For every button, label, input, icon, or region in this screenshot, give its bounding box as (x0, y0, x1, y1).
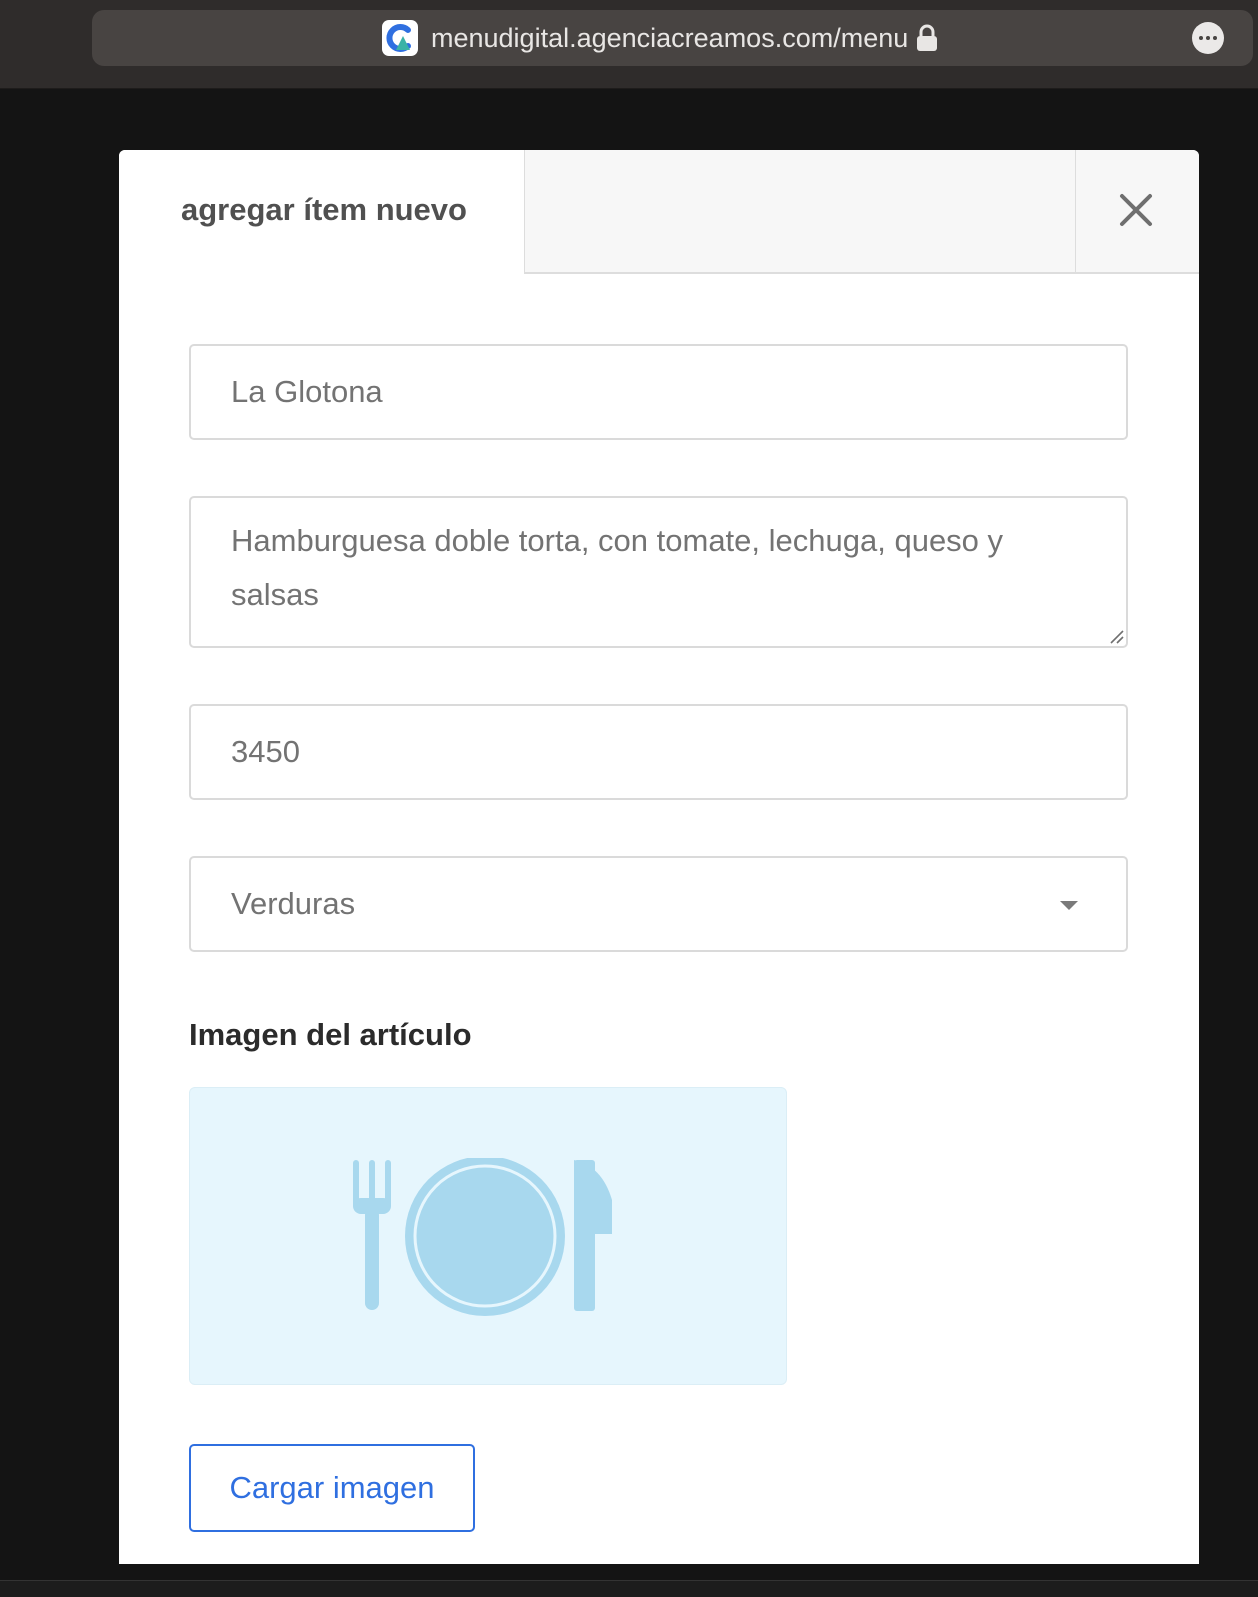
upload-image-button[interactable]: Cargar imagen (189, 1444, 475, 1532)
category-selected-value: Verduras (231, 886, 356, 921)
site-logo-icon (382, 20, 418, 56)
item-name-input[interactable]: La Glotona (189, 344, 1128, 440)
tab-empty (524, 150, 1076, 274)
add-item-modal: agregar ítem nuevo La Glotona Hamburgues… (119, 150, 1199, 1564)
browser-toolbar: menudigital.agenciacreamos.com/menu (0, 0, 1258, 89)
item-description-text: Hamburguesa doble torta, con tomate, lec… (231, 523, 1004, 612)
more-options-icon[interactable] (1192, 22, 1224, 54)
close-button[interactable] (1075, 150, 1199, 274)
url-text[interactable]: menudigital.agenciacreamos.com/menu (431, 23, 908, 53)
lock-icon (917, 24, 937, 51)
tab-title: agregar ítem nuevo (181, 192, 467, 227)
chevron-down-icon (1060, 901, 1078, 910)
resize-handle-icon[interactable] (1108, 628, 1124, 644)
image-section-label: Imagen del artículo (189, 1017, 472, 1052)
item-price-input[interactable]: 3450 (189, 704, 1128, 800)
category-select[interactable]: Verduras (189, 856, 1128, 952)
plate-cutlery-icon (353, 1158, 612, 1316)
close-icon (1120, 194, 1152, 226)
bottom-strip (0, 1580, 1258, 1597)
item-description-textarea[interactable]: Hamburguesa doble torta, con tomate, lec… (189, 496, 1128, 648)
tab-add-new-item[interactable]: agregar ítem nuevo (119, 150, 524, 273)
address-bar[interactable]: menudigital.agenciacreamos.com/menu (92, 10, 1253, 66)
image-preview (189, 1087, 787, 1385)
